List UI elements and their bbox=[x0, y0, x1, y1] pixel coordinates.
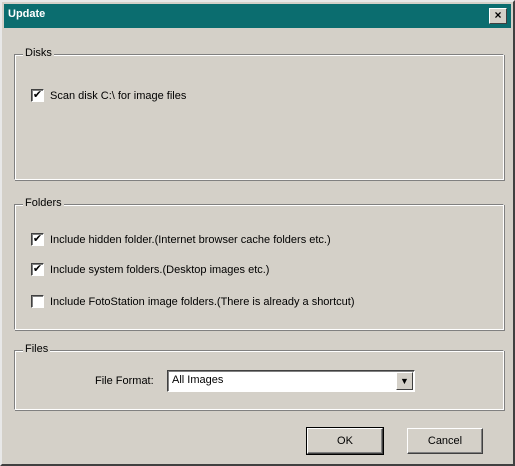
scan-disk-label: Scan disk C:\ for image files bbox=[50, 89, 187, 102]
check-icon: ✔ bbox=[32, 89, 43, 101]
file-format-value: All Images bbox=[172, 374, 224, 386]
title-bar: Update × bbox=[4, 4, 511, 28]
folders-legend: Folders bbox=[23, 197, 64, 209]
check-icon: ✔ bbox=[32, 233, 43, 245]
files-legend: Files bbox=[23, 343, 51, 355]
include-system-label: Include system folders.(Desktop images e… bbox=[50, 263, 270, 276]
include-system-checkbox[interactable]: ✔ bbox=[31, 263, 44, 276]
include-hidden-checkbox[interactable]: ✔ bbox=[31, 233, 44, 246]
file-format-label: File Format: bbox=[95, 375, 154, 387]
include-fotostation-option[interactable]: Include FotoStation image folders.(There… bbox=[31, 295, 354, 308]
include-fotostation-label: Include FotoStation image folders.(There… bbox=[50, 295, 355, 308]
update-dialog: Update × Disks ✔ Scan disk C:\ for image… bbox=[0, 0, 515, 466]
close-button[interactable]: × bbox=[489, 8, 507, 24]
include-system-option[interactable]: ✔ Include system folders.(Desktop images… bbox=[31, 263, 269, 276]
close-icon: × bbox=[494, 8, 502, 22]
file-format-select[interactable]: All Images ▼ bbox=[167, 370, 415, 392]
include-hidden-label: Include hidden folder.(Internet browser … bbox=[50, 233, 331, 246]
scan-disk-option[interactable]: ✔ Scan disk C:\ for image files bbox=[31, 89, 186, 102]
include-fotostation-checkbox[interactable] bbox=[31, 295, 44, 308]
folders-group: Folders ✔ Include hidden folder.(Interne… bbox=[14, 197, 504, 330]
scan-disk-checkbox[interactable]: ✔ bbox=[31, 89, 44, 102]
check-icon: ✔ bbox=[32, 263, 43, 275]
dropdown-icon[interactable]: ▼ bbox=[396, 372, 413, 390]
include-hidden-option[interactable]: ✔ Include hidden folder.(Internet browse… bbox=[31, 233, 331, 246]
dialog-title: Update bbox=[8, 8, 46, 20]
disks-legend: Disks bbox=[23, 47, 54, 59]
files-group: Files File Format: All Images ▼ bbox=[14, 343, 504, 410]
ok-button[interactable]: OK bbox=[306, 427, 384, 455]
disks-group: Disks ✔ Scan disk C:\ for image files bbox=[14, 47, 504, 180]
cancel-button[interactable]: Cancel bbox=[407, 428, 483, 454]
